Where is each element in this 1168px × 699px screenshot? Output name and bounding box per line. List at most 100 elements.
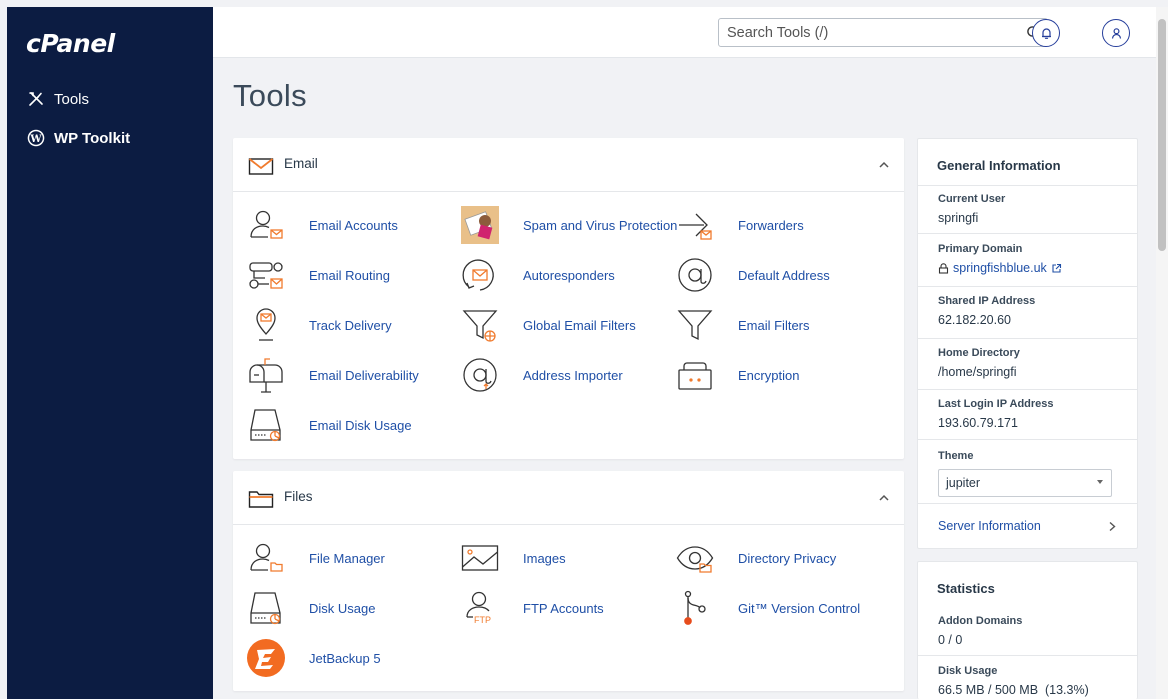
notifications-button[interactable] [1032,19,1060,47]
folder-icon [248,491,274,508]
chevron-up-icon[interactable] [878,159,890,171]
tool-spam-virus-protection[interactable]: Spam and Virus Protection [460,205,677,245]
disk-usage-value: 66.5 MB / 500 MB (13.3%) [938,683,1089,697]
tool-autoresponders[interactable]: Autoresponders [460,255,615,295]
last-login-value: 193.60.79.171 [938,416,1018,430]
tool-email-deliverability[interactable]: Email Deliverability [246,355,419,395]
tool-label: FTP Accounts [523,600,604,616]
images-icon [461,545,499,571]
tool-email-filters[interactable]: Email Filters [675,305,810,345]
tool-address-importer[interactable]: Address Importer [460,355,623,395]
tool-directory-privacy[interactable]: Directory Privacy [675,538,836,578]
caret-down-icon [1097,480,1103,484]
tool-git-version-control[interactable]: Git™ Version Control [675,588,860,628]
addon-domains-row: Addon Domains 0 / 0 [918,608,1137,655]
tool-label: Address Importer [523,367,623,383]
autoresponders-icon [462,259,494,291]
primary-domain-row: Primary Domain springfishblue.uk [918,233,1137,286]
email-panel-header[interactable]: Email [233,138,904,192]
encryption-icon [678,362,712,390]
tool-label: Email Filters [738,317,810,333]
tool-label: Images [523,550,566,566]
cpanel-logo[interactable]: cPanel [26,29,115,58]
tool-label: Git™ Version Control [738,600,861,616]
file-manager-icon [250,543,283,572]
tools-icon [29,92,43,106]
tool-label: Email Disk Usage [309,417,412,433]
email-panel: Email Email Accounts Spam and Virus Prot… [233,138,904,459]
statistics-card: Statistics Addon Domains 0 / 0 Disk Usag… [917,561,1138,699]
tool-file-manager[interactable]: File Manager [246,538,385,578]
email-filters-icon [677,310,713,341]
tool-track-delivery[interactable]: Track Delivery [246,305,392,345]
tool-email-accounts[interactable]: Email Accounts [246,205,398,245]
page-title: Tools [233,78,307,113]
theme-select[interactable]: jupiter [938,469,1112,497]
search-input[interactable] [719,19,1009,46]
tool-label: Track Delivery [309,317,392,333]
tool-label: Email Routing [309,267,390,283]
tool-email-routing[interactable]: Email Routing [246,255,390,295]
tool-label: Encryption [738,367,800,383]
tool-label: Forwarders [738,217,804,233]
tool-images[interactable]: Images [460,538,566,578]
sidebar-item-wp-toolkit[interactable]: W WP Toolkit [27,129,130,147]
sidebar-item-label: WP Toolkit [54,129,131,147]
home-directory-row: Home Directory /home/springfi [918,338,1137,389]
tool-label: Directory Privacy [738,550,837,566]
tool-disk-usage[interactable]: Disk Usage [246,588,375,628]
last-login-label: Last Login IP Address [938,398,1054,410]
tool-encryption[interactable]: Encryption [675,355,799,395]
tool-ftp-accounts[interactable]: FTP FTP Accounts [460,588,604,628]
jetbackup-icon [247,639,285,677]
disk-usage-icon [250,592,281,625]
svg-text:FTP: FTP [474,615,491,625]
disk-usage-label: Disk Usage [938,665,998,677]
ftp-accounts-icon: FTP [466,591,491,625]
wordpress-icon: W [27,129,45,147]
server-information-label: Server Information [938,519,1041,533]
svg-text:W: W [29,134,42,145]
tool-default-address[interactable]: Default Address [675,255,830,295]
tool-global-email-filters[interactable]: Global Email Filters [460,305,636,345]
search-box [718,18,1048,47]
addon-domains-value: 0 / 0 [938,633,963,647]
sidebar: cPanel Tools W WP Toolkit [7,7,213,699]
forwarders-icon [679,213,712,240]
global-filters-icon [462,310,498,342]
track-delivery-icon [256,308,276,341]
files-panel-header[interactable]: Files [233,471,904,525]
current-user-label: Current User [938,193,1006,205]
email-panel-title: Email [284,156,318,171]
email-deliverability-icon [249,358,283,393]
disk-usage-row: Disk Usage 66.5 MB / 500 MB (13.3%) [918,655,1137,699]
tool-label: Autoresponders [523,267,615,283]
user-menu-button[interactable] [1102,19,1130,47]
address-importer-icon [463,358,497,392]
default-address-icon [678,258,712,292]
sidebar-item-label: Tools [54,90,90,108]
email-routing-icon [249,262,283,289]
chevron-up-icon[interactable] [878,492,890,504]
chevron-right-icon [1109,521,1116,532]
sidebar-item-tools[interactable]: Tools [27,90,89,108]
envelope-icon [248,158,274,175]
tool-label: Email Deliverability [309,367,419,383]
primary-domain-link[interactable]: springfishblue.uk [938,261,1117,275]
server-information-link[interactable]: Server Information [918,503,1137,548]
home-directory-value: /home/springfi [938,365,1017,379]
email-accounts-icon [250,210,283,239]
tool-forwarders[interactable]: Forwarders [675,205,804,245]
shared-ip-label: Shared IP Address [938,295,1036,307]
files-panel: Files File Manager Images Directory Priv… [233,471,904,691]
tool-jetbackup[interactable]: JetBackup 5 [246,638,381,678]
tool-label: File Manager [309,550,385,566]
scrollbar-thumb[interactable] [1158,19,1166,251]
theme-selected-value: jupiter [946,476,981,490]
tool-email-disk-usage[interactable]: Email Disk Usage [246,405,412,445]
theme-label: Theme [938,450,974,462]
tool-label: Spam and Virus Protection [523,217,678,233]
tool-label: Disk Usage [309,600,376,616]
user-icon [1111,27,1121,39]
page-scrollbar[interactable] [1156,7,1168,699]
